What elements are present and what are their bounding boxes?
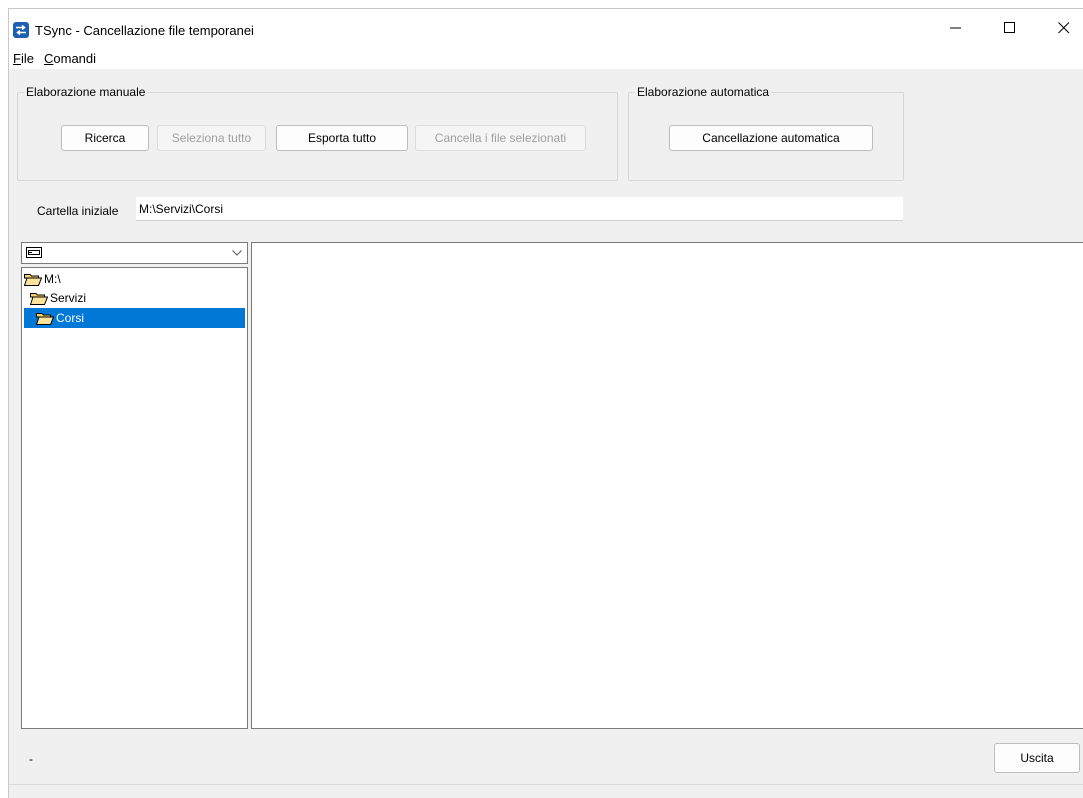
exit-button[interactable]: Uscita bbox=[994, 743, 1080, 773]
folder-open-icon bbox=[36, 312, 54, 325]
menu-bar: File Comandi bbox=[9, 47, 1083, 69]
menu-file[interactable]: File bbox=[13, 51, 34, 66]
manual-processing-group: Elaborazione manuale Ricerca Seleziona t… bbox=[17, 85, 618, 181]
window-title: TSync - Cancellazione file temporanei bbox=[35, 23, 254, 38]
menu-file-rest: ile bbox=[20, 51, 34, 66]
select-all-button[interactable]: Seleziona tutto bbox=[157, 125, 266, 151]
directory-list[interactable]: M:\ Servizi Corsi bbox=[21, 267, 248, 729]
directory-item-label: Servizi bbox=[50, 291, 87, 305]
maximize-button[interactable] bbox=[987, 9, 1033, 47]
directory-item-root[interactable]: M:\ bbox=[24, 269, 245, 289]
status-divider bbox=[9, 784, 1083, 785]
status-text: - bbox=[29, 752, 33, 766]
search-button[interactable]: Ricerca bbox=[61, 125, 149, 151]
title-bar[interactable]: TSync - Cancellazione file temporanei bbox=[9, 9, 1083, 47]
directory-item-servizi[interactable]: Servizi bbox=[30, 288, 245, 308]
app-window: TSync - Cancellazione file temporanei Fi… bbox=[8, 8, 1083, 798]
app-sync-icon bbox=[13, 22, 29, 38]
delete-selected-button[interactable]: Cancella i file selezionati bbox=[415, 125, 586, 151]
menu-comandi[interactable]: Comandi bbox=[44, 51, 96, 66]
close-icon bbox=[1058, 22, 1070, 34]
chevron-down-icon[interactable] bbox=[232, 250, 242, 256]
automatic-group-label: Elaborazione automatica bbox=[635, 85, 772, 99]
menu-comandi-rest: omandi bbox=[53, 51, 97, 66]
drive-icon bbox=[26, 247, 42, 258]
auto-delete-button[interactable]: Cancellazione automatica bbox=[669, 125, 873, 151]
maximize-icon bbox=[1004, 22, 1015, 33]
manual-group-label: Elaborazione manuale bbox=[24, 85, 148, 99]
folder-open-icon bbox=[24, 273, 42, 286]
automatic-processing-group: Elaborazione automatica Cancellazione au… bbox=[628, 85, 904, 181]
export-all-button[interactable]: Esporta tutto bbox=[276, 125, 408, 151]
minimize-button[interactable] bbox=[933, 9, 979, 47]
directory-item-label: Corsi bbox=[56, 311, 85, 325]
file-list[interactable] bbox=[251, 242, 1083, 729]
menu-comandi-mnemonic: C bbox=[44, 51, 54, 66]
directory-item-corsi[interactable]: Corsi bbox=[24, 308, 245, 328]
start-folder-label: Cartella iniziale bbox=[37, 204, 119, 218]
start-folder-input[interactable] bbox=[136, 197, 903, 221]
close-button[interactable] bbox=[1041, 9, 1083, 47]
folder-open-icon bbox=[30, 292, 48, 305]
drive-combobox[interactable] bbox=[21, 242, 248, 264]
minimize-icon bbox=[950, 27, 961, 29]
menu-file-mnemonic: F bbox=[13, 51, 21, 66]
directory-item-label: M:\ bbox=[44, 272, 61, 286]
